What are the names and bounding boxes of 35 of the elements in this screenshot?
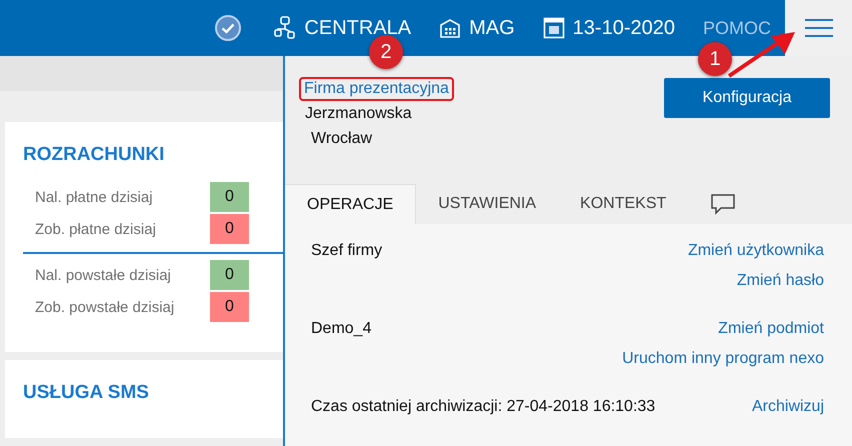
stat-label: Zob. powstałe dzisiaj [35, 298, 174, 316]
top-bar-label[interactable]: MAG [469, 16, 515, 40]
stat-label: Zob. płatne dzisiaj [35, 220, 156, 238]
stat-value: 0 [210, 292, 249, 322]
help-link[interactable]: POMOC [702, 18, 771, 38]
stat-label: Nal. płatne dzisiaj [35, 188, 153, 206]
stat-value: 0 [210, 214, 249, 244]
tab[interactable]: KONTEKST [558, 184, 688, 224]
network-icon [274, 16, 296, 40]
stat-value: 0 [210, 260, 249, 290]
check-circle-icon[interactable] [214, 14, 242, 42]
section-label: Demo_4 [311, 320, 372, 339]
action-link[interactable]: Zmień hasło [736, 272, 824, 290]
card-title: USŁUGA SMS [23, 382, 150, 404]
section-label: Szef firmy [311, 242, 382, 261]
tab[interactable]: OPERACJE [285, 184, 416, 224]
menu-icon [804, 18, 834, 38]
action-link[interactable]: Zmień użytkownika [688, 242, 824, 260]
top-bar-label[interactable]: 13-10-2020 [572, 16, 675, 40]
stat-label: Nal. powstałe dzisiaj [35, 266, 171, 284]
company-link[interactable]: Firma prezentacyjna [304, 80, 449, 97]
building-icon [439, 18, 462, 38]
tab[interactable]: USTAWIENIA [416, 184, 558, 224]
calendar-icon [542, 17, 565, 39]
city-text: Wrocław [310, 130, 372, 148]
section-label: Czas ostatniej archiwizacji: 27-04-2018 16:10:33 [311, 398, 656, 416]
action-link[interactable]: Archiwizuj [752, 398, 824, 416]
street-text: Jerzmanowska [305, 105, 412, 123]
menu-button[interactable] [785, 0, 852, 56]
action-link[interactable]: Uruchom inny program nexo [622, 350, 824, 368]
card-title: ROZRACHUNKI [23, 144, 166, 166]
action-link[interactable]: Zmień podmiot [718, 320, 824, 338]
stat-value: 0 [210, 182, 249, 212]
speech-bubble-icon [710, 193, 736, 215]
configuration-button[interactable]: Konfiguracja [664, 78, 830, 118]
